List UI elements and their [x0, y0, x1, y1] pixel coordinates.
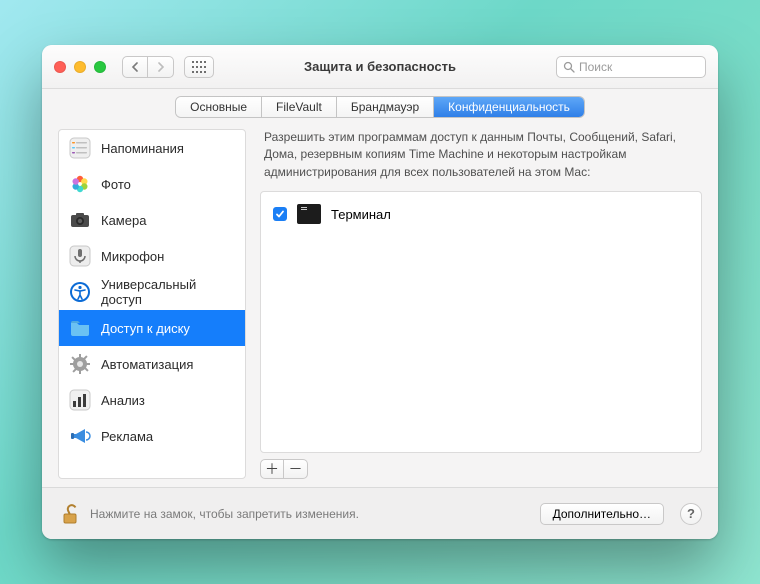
- help-button[interactable]: ?: [680, 503, 702, 525]
- minimize-window-button[interactable]: [74, 61, 86, 73]
- checkmark-icon: [275, 209, 285, 219]
- main-panel: Разрешить этим программам доступ к данны…: [260, 129, 702, 479]
- reminders-icon: [69, 137, 91, 159]
- sidebar-item-label: Камера: [101, 213, 146, 228]
- chevron-right-icon: [157, 62, 165, 72]
- sidebar-item-label: Универсальный доступ: [101, 277, 235, 307]
- close-window-button[interactable]: [54, 61, 66, 73]
- app-name: Терминал: [331, 207, 391, 222]
- gear-icon: [69, 353, 91, 375]
- remove-button[interactable]: －: [284, 459, 308, 479]
- sidebar-item-label: Доступ к диску: [101, 321, 190, 336]
- sidebar-item-automation[interactable]: Автоматизация: [59, 346, 245, 382]
- app-checkbox[interactable]: [273, 207, 287, 221]
- chart-icon: [69, 389, 91, 411]
- search-icon: [563, 61, 575, 73]
- folder-icon: [69, 317, 91, 339]
- chevron-left-icon: [131, 62, 139, 72]
- privacy-sidebar: Напоминания Фото Камера Микрофон Универс…: [58, 129, 246, 479]
- sidebar-item-label: Анализ: [101, 393, 145, 408]
- traffic-lights: [54, 61, 106, 73]
- advanced-button[interactable]: Дополнительно…: [540, 503, 664, 525]
- sidebar-item-reminders[interactable]: Напоминания: [59, 130, 245, 166]
- lock-button[interactable]: [58, 503, 80, 525]
- sidebar-item-analytics[interactable]: Анализ: [59, 382, 245, 418]
- tab-firewall[interactable]: Брандмауэр: [337, 97, 434, 117]
- camera-icon: [69, 209, 91, 231]
- titlebar: Защита и безопасность: [42, 45, 718, 89]
- sidebar-item-label: Фото: [101, 177, 131, 192]
- microphone-icon: [69, 245, 91, 267]
- footer: Нажмите на замок, чтобы запретить измене…: [42, 487, 718, 539]
- terminal-icon: [297, 204, 321, 224]
- lock-open-icon: [58, 503, 80, 525]
- preferences-window: Защита и безопасность Основные FileVault…: [42, 45, 718, 539]
- sidebar-item-label: Автоматизация: [101, 357, 193, 372]
- panel-description: Разрешить этим программам доступ к данны…: [260, 129, 702, 181]
- add-remove-row: ＋ －: [260, 459, 702, 479]
- search-input[interactable]: [579, 60, 699, 74]
- forward-button[interactable]: [148, 56, 174, 78]
- sidebar-item-advertising[interactable]: Реклама: [59, 418, 245, 454]
- add-button[interactable]: ＋: [260, 459, 284, 479]
- sidebar-item-accessibility[interactable]: Универсальный доступ: [59, 274, 245, 310]
- sidebar-item-camera[interactable]: Камера: [59, 202, 245, 238]
- lock-text: Нажмите на замок, чтобы запретить измене…: [90, 507, 530, 521]
- accessibility-icon: [69, 281, 91, 303]
- sidebar-item-label: Микрофон: [101, 249, 164, 264]
- show-all-button[interactable]: [184, 56, 214, 78]
- app-row-terminal[interactable]: Терминал: [261, 198, 701, 230]
- sidebar-item-full-disk-access[interactable]: Доступ к диску: [59, 310, 245, 346]
- tab-privacy[interactable]: Конфиденциальность: [434, 97, 584, 117]
- content-area: Напоминания Фото Камера Микрофон Универс…: [42, 129, 718, 487]
- grid-icon: [192, 61, 206, 73]
- megaphone-icon: [69, 425, 91, 447]
- sidebar-item-photos[interactable]: Фото: [59, 166, 245, 202]
- zoom-window-button[interactable]: [94, 61, 106, 73]
- nav-buttons: [122, 56, 174, 78]
- app-list: Терминал: [260, 191, 702, 453]
- sidebar-item-microphone[interactable]: Микрофон: [59, 238, 245, 274]
- tabs-row: Основные FileVault Брандмауэр Конфиденци…: [42, 89, 718, 129]
- tab-filevault[interactable]: FileVault: [262, 97, 337, 117]
- tab-general[interactable]: Основные: [176, 97, 262, 117]
- sidebar-item-label: Напоминания: [101, 141, 184, 156]
- segmented-tabs: Основные FileVault Брандмауэр Конфиденци…: [176, 97, 584, 117]
- search-field[interactable]: [556, 56, 706, 78]
- photos-icon: [69, 173, 91, 195]
- sidebar-item-label: Реклама: [101, 429, 153, 444]
- back-button[interactable]: [122, 56, 148, 78]
